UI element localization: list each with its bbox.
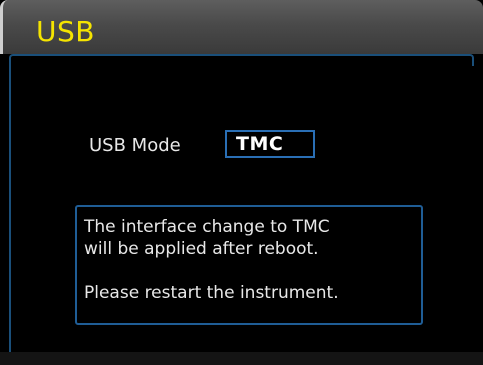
notice-spacer xyxy=(84,260,421,282)
reboot-notice-box: The interface change to TMC will be appl… xyxy=(75,205,423,325)
title-bar: USB xyxy=(0,0,483,54)
usb-mode-field[interactable]: TMC xyxy=(225,130,315,158)
usb-mode-label: USB Mode xyxy=(89,135,181,156)
bottom-strip xyxy=(0,352,483,365)
notice-line-2: will be applied after reboot. xyxy=(84,239,319,259)
notice-line-3: Please restart the instrument. xyxy=(84,283,339,303)
window-title: USB xyxy=(36,15,95,48)
usb-settings-screen: USB USB Mode TMC The interface change to… xyxy=(0,0,483,365)
notice-line-1: The interface change to TMC xyxy=(84,217,330,237)
